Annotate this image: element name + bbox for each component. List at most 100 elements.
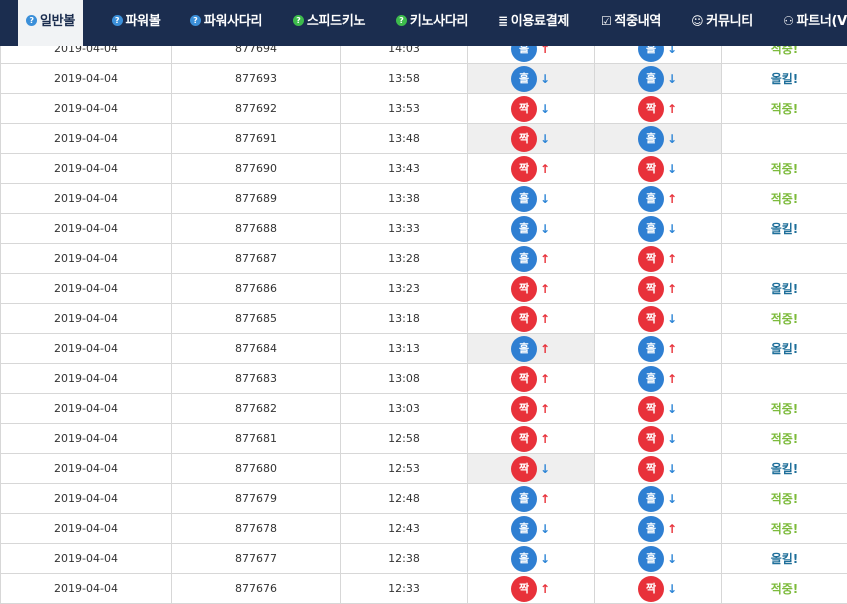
nav-tab-7[interactable]: ☺ 커뮤니티 <box>679 0 765 46</box>
even-ball-badge: 짝 <box>511 455 537 482</box>
round-cell: 877686 <box>171 273 341 304</box>
question-circle-icon: ? <box>189 15 201 26</box>
odd-ball-badge: 홀 <box>638 215 664 242</box>
check-square-icon: ☑ <box>600 13 612 28</box>
arrow-up-icon: ↑ <box>539 251 551 266</box>
table-row: 2019-04-04 877684 13:13 홀 ↑ 홀 ↑ 올킬! <box>0 333 847 364</box>
date-cell: 2019-04-04 <box>0 333 172 364</box>
nav-tab-label: 파워사다리 <box>203 14 263 29</box>
arrow-up-icon: ↑ <box>539 161 551 176</box>
nav-tab-8[interactable]: ⚇ 파트너(V <box>770 0 847 46</box>
result-text: 적중! <box>770 522 799 536</box>
pick-cell-1: 짝 ↑ <box>467 273 595 304</box>
pick-cell-1: 홀 ↓ <box>467 513 595 544</box>
pick-cell-2: 홀 ↓ <box>594 213 722 244</box>
even-ball-badge: 짝 <box>511 395 537 422</box>
nav-tab-label: 스피드키노 <box>306 14 366 29</box>
date-cell: 2019-04-04 <box>0 273 172 304</box>
result-text: 올킬! <box>770 552 799 566</box>
arrow-up-icon: ↑ <box>666 191 678 206</box>
time-cell: 13:08 <box>340 363 468 394</box>
arrow-up-icon: ↑ <box>539 581 551 596</box>
users-icon: ⚇ <box>783 13 794 28</box>
pick-cell-2: 홀 ↓ <box>594 123 722 154</box>
odd-ball-badge: 홀 <box>638 185 664 212</box>
table-row: 2019-04-04 877690 13:43 짝 ↑ 짝 ↓ 적중! <box>0 153 847 184</box>
result-cell <box>721 123 847 154</box>
time-cell: 13:53 <box>340 93 468 124</box>
arrow-down-icon: ↓ <box>666 401 678 416</box>
arrow-down-icon: ↓ <box>666 491 678 506</box>
table-row: 2019-04-04 877677 12:38 홀 ↓ 홀 ↓ 올킬! <box>0 543 847 574</box>
table-row: 2019-04-04 877687 13:28 홀 ↑ 짝 ↑ <box>0 243 847 274</box>
pick-cell-2: 짝 ↓ <box>594 303 722 334</box>
time-cell: 13:23 <box>340 273 468 304</box>
nav-tab-3[interactable]: ? 스피드키노 <box>280 0 378 46</box>
result-text: 적중! <box>770 312 799 326</box>
nav-tab-6[interactable]: ☑ 적중내역 <box>588 0 674 46</box>
arrow-down-icon: ↓ <box>666 71 678 86</box>
date-cell: 2019-04-04 <box>0 63 172 94</box>
nav-tab-0[interactable]: ? 일반볼 <box>18 0 83 46</box>
result-cell: 올킬! <box>721 453 847 484</box>
nav-tab-5[interactable]: ≣ 이용료결제 <box>485 0 582 46</box>
nav-tab-4[interactable]: ? 키노사다리 <box>384 0 480 46</box>
pick-cell-1: 짝 ↑ <box>467 153 595 184</box>
nav-tab-2[interactable]: ? 파워사다리 <box>178 0 274 46</box>
round-cell: 877684 <box>171 333 341 364</box>
even-ball-badge: 짝 <box>638 455 664 482</box>
pick-cell-2: 홀 ↓ <box>594 483 722 514</box>
nav-tab-1[interactable]: ? 파워볼 <box>100 0 172 46</box>
date-cell: 2019-04-04 <box>0 303 172 334</box>
arrow-down-icon: ↓ <box>666 221 678 236</box>
arrow-down-icon: ↓ <box>666 131 678 146</box>
nav-tab-label: 적중내역 <box>614 14 662 29</box>
arrow-down-icon: ↓ <box>539 521 551 536</box>
pick-cell-2: 홀 ↑ <box>594 363 722 394</box>
arrow-down-icon: ↓ <box>539 461 551 476</box>
result-cell: 적중! <box>721 483 847 514</box>
arrow-up-icon: ↑ <box>539 311 551 326</box>
pick-cell-2: 짝 ↑ <box>594 93 722 124</box>
date-cell: 2019-04-04 <box>0 153 172 184</box>
result-cell: 올킬! <box>721 63 847 94</box>
pick-cell-2: 홀 ↑ <box>594 333 722 364</box>
table-row: 2019-04-04 877681 12:58 짝 ↑ 짝 ↓ 적중! <box>0 423 847 454</box>
result-cell: 적중! <box>721 153 847 184</box>
time-cell: 12:48 <box>340 483 468 514</box>
arrow-up-icon: ↑ <box>539 401 551 416</box>
arrow-down-icon: ↓ <box>539 191 551 206</box>
even-ball-badge: 짝 <box>511 275 537 302</box>
arrow-up-icon: ↑ <box>539 491 551 506</box>
time-cell: 12:58 <box>340 423 468 454</box>
result-cell: 적중! <box>721 423 847 454</box>
odd-ball-badge: 홀 <box>638 65 664 92</box>
round-cell: 877682 <box>171 393 341 424</box>
arrow-up-icon: ↑ <box>666 341 678 356</box>
round-cell: 877683 <box>171 363 341 394</box>
pick-cell-2: 짝 ↓ <box>594 573 722 604</box>
pick-cell-1: 홀 ↓ <box>467 543 595 574</box>
result-cell: 적중! <box>721 513 847 544</box>
result-text: 적중! <box>770 162 799 176</box>
result-cell: 올킬! <box>721 543 847 574</box>
time-cell: 12:43 <box>340 513 468 544</box>
even-ball-badge: 짝 <box>511 125 537 152</box>
odd-ball-badge: 홀 <box>511 545 537 572</box>
nav-tab-label: 일반볼 <box>40 14 75 29</box>
result-cell <box>721 363 847 394</box>
result-cell: 적중! <box>721 393 847 424</box>
round-cell: 877692 <box>171 93 341 124</box>
round-cell: 877687 <box>171 243 341 274</box>
even-ball-badge: 짝 <box>511 155 537 182</box>
date-cell: 2019-04-04 <box>0 543 172 574</box>
question-circle-icon: ? <box>395 15 407 26</box>
arrow-up-icon: ↑ <box>666 371 678 386</box>
result-cell: 올킬! <box>721 213 847 244</box>
table-row: 2019-04-04 877686 13:23 짝 ↑ 짝 ↑ 올킬! <box>0 273 847 304</box>
round-cell: 877676 <box>171 573 341 604</box>
even-ball-badge: 짝 <box>511 365 537 392</box>
even-ball-badge: 짝 <box>511 305 537 332</box>
table-row: 2019-04-04 877692 13:53 짝 ↓ 짝 ↑ 적중! <box>0 93 847 124</box>
even-ball-badge: 짝 <box>638 245 664 272</box>
